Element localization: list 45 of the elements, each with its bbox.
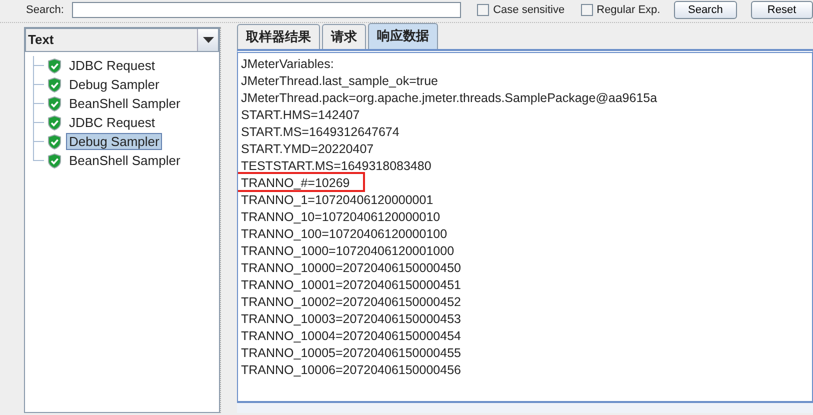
success-shield-icon: [47, 76, 62, 92]
response-line: TRANNO_1=10720406120000001: [241, 192, 434, 209]
response-line: TRANNO_10001=20720406150000451: [241, 277, 461, 294]
checkbox-label: Regular Exp.: [596, 4, 660, 16]
response-line: TRANNO_100=10720406120000100: [241, 226, 448, 243]
response-line: TRANNO_10=10720406120000010: [241, 209, 440, 226]
response-line: JMeterThread.pack=org.apache.jmeter.threads.SamplePackage@aa9615a: [241, 90, 658, 107]
checkbox-label: Case sensitive: [493, 4, 565, 16]
tree-item[interactable]: BeanShell Sampler: [66, 95, 184, 112]
response-line: TRANNO_10000=20720406150000450: [241, 260, 461, 277]
renderer-dropdown[interactable]: Text: [25, 28, 219, 52]
response-line: TRANNO_10003=20720406150000453: [241, 311, 461, 328]
response-line: START.MS=1649312647674: [241, 124, 400, 141]
response-line: START.HMS=142407: [241, 107, 360, 124]
tree-item[interactable]: BeanShell Sampler: [66, 152, 184, 169]
tree-item[interactable]: JDBC Request: [66, 114, 158, 131]
response-line: TRANNO_10002=20720406150000452: [241, 294, 461, 311]
checkbox[interactable]: [477, 4, 490, 16]
response-line: TRANNO_10004=20720406150000454: [241, 328, 461, 345]
response-line: TRANNO_10006=20720406150000456: [241, 362, 461, 379]
response-line: JMeterVariables:: [241, 56, 334, 73]
tab[interactable]: 请求: [322, 24, 366, 49]
tree-item[interactable]: JDBC Request: [66, 57, 158, 74]
response-line: START.YMD=20220407: [241, 141, 374, 158]
success-shield-icon: [47, 114, 62, 130]
checkbox[interactable]: [580, 4, 593, 16]
success-shield-icon: [47, 152, 62, 168]
reset-button[interactable]: Reset: [750, 1, 813, 19]
response-line: TRANNO_#=10269: [241, 175, 350, 192]
horizontal-scrollbar[interactable]: [237, 402, 813, 413]
caret-icon: [202, 37, 214, 43]
response-line: TESTSTART.MS=1649318083480: [241, 158, 432, 175]
search-field[interactable]: [72, 2, 462, 18]
search-button[interactable]: Search: [674, 1, 737, 19]
success-shield-icon: [47, 58, 62, 74]
tree-item[interactable]: Debug Sampler: [66, 133, 162, 150]
success-shield-icon: [47, 134, 62, 150]
response-line: TRANNO_1000=10720406120001000: [241, 243, 454, 260]
tree-item[interactable]: Debug Sampler: [66, 76, 162, 93]
tab[interactable]: 取样器结果: [237, 24, 320, 49]
search-label: Search:: [26, 4, 64, 16]
tab[interactable]: 响应数据: [368, 23, 438, 49]
response-line: TRANNO_10005=20720406150000455: [241, 345, 461, 362]
success-shield-icon: [47, 96, 62, 112]
response-line: JMeterThread.last_sample_ok=true: [241, 73, 438, 90]
